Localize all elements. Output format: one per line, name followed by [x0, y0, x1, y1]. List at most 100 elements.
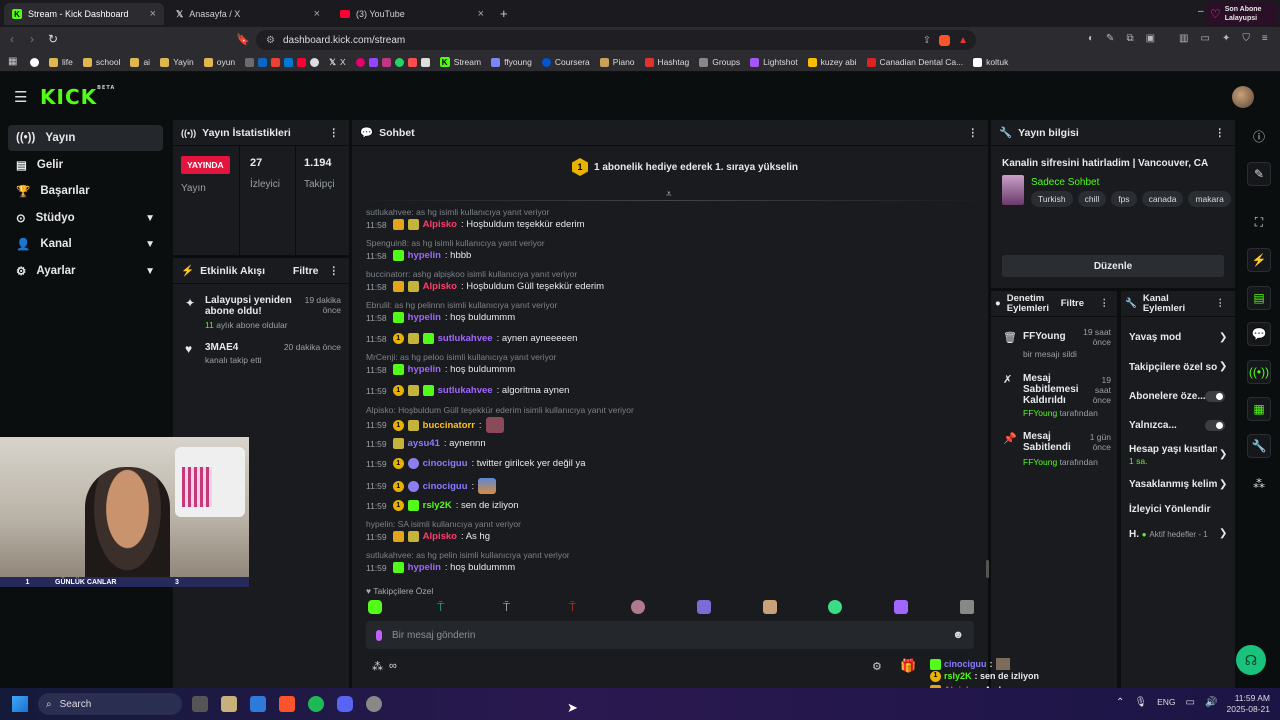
reload-icon[interactable]: ↻: [48, 32, 58, 46]
expand-icon[interactable]: ⛶: [1247, 210, 1271, 234]
bookmark-hashtag[interactable]: Hashtag: [644, 57, 689, 67]
gift-sub-banner[interactable]: 1 1 abonelik hediye ederek 1. sıraya yük…: [572, 158, 798, 176]
tag[interactable]: makara: [1188, 191, 1231, 207]
support-chat-icon[interactable]: ☊: [1236, 645, 1266, 675]
new-tab-button[interactable]: +: [500, 6, 508, 21]
more-options-icon[interactable]: ⋮: [1216, 298, 1226, 309]
more-options-icon[interactable]: ⋮: [329, 127, 340, 139]
extension-icon[interactable]: ▣: [1146, 33, 1155, 44]
chat-scrollbar[interactable]: [986, 560, 989, 578]
tab-youtube[interactable]: (3) YouTube ×: [332, 3, 492, 25]
message-username[interactable]: Alpisko: [423, 219, 457, 230]
chat-message[interactable]: 11:59 Alpisko: As hg: [366, 531, 490, 542]
menu-icon[interactable]: ≡: [1262, 33, 1268, 44]
photos-icon[interactable]: [250, 696, 266, 712]
wallet-icon[interactable]: ▭: [1200, 33, 1209, 44]
app-icon[interactable]: [366, 696, 382, 712]
category-name[interactable]: Sadece Sohbet: [1031, 177, 1099, 188]
emote-icon[interactable]: [959, 600, 974, 614]
message-username[interactable]: hypelin: [408, 562, 441, 573]
site-info-icon[interactable]: ⚙: [266, 35, 275, 46]
message-username[interactable]: sutlukahvee: [438, 385, 493, 396]
taskbar-search[interactable]: ⌕ Search: [38, 693, 182, 715]
kick-logo[interactable]: KICKBETA: [40, 85, 115, 109]
forward-icon[interactable]: ›: [30, 32, 34, 46]
more-options-icon[interactable]: ⋮: [1215, 127, 1226, 139]
spotify-icon[interactable]: [308, 696, 324, 712]
chat-message[interactable]: 11:58 hypelin: hoş buldummm: [366, 364, 515, 375]
channel-action-account-age[interactable]: Hesap yaşı kısıtlan: [1129, 444, 1217, 455]
chat-message[interactable]: 11:59 1 buccinatorr:: [366, 417, 504, 433]
apps-icon[interactable]: ▦: [8, 56, 17, 67]
lightning-icon[interactable]: ⚡: [1247, 248, 1271, 272]
back-icon[interactable]: ‹: [10, 32, 14, 46]
close-tab-icon[interactable]: ×: [150, 8, 156, 20]
brave-shield-icon[interactable]: [939, 34, 951, 46]
microphone-icon[interactable]: [376, 629, 382, 641]
emote-icon[interactable]: [696, 600, 711, 614]
document-icon[interactable]: ▤: [1247, 286, 1271, 310]
chevron-right-icon[interactable]: ❯: [1219, 361, 1227, 372]
brave-icon[interactable]: [279, 696, 295, 712]
extension-icon[interactable]: ◐: [1088, 33, 1094, 44]
bookmark-misc[interactable]: [245, 57, 320, 67]
chevron-right-icon[interactable]: ❯: [1219, 479, 1227, 490]
filter-button[interactable]: Filtre: [293, 265, 319, 277]
message-username[interactable]: hypelin: [408, 364, 441, 375]
message-username[interactable]: cinociguu: [423, 458, 468, 469]
bookmark-life[interactable]: life: [49, 57, 73, 67]
message-username[interactable]: Alpisko: [423, 281, 457, 292]
puzzle-icon[interactable]: ⧉: [1126, 33, 1133, 44]
tab-x[interactable]: 𝕏 Anasayfa / X ×: [168, 3, 328, 25]
chat-message[interactable]: 11:59 hypelin: hoş buldummm: [366, 562, 515, 573]
bookmark-groups[interactable]: Groups: [699, 57, 740, 67]
tag[interactable]: Turkish: [1031, 191, 1073, 207]
extension-icon[interactable]: ✎: [1106, 33, 1114, 44]
bookmark-koltuk[interactable]: koltuk: [973, 57, 1008, 67]
filter-button[interactable]: Filtre: [1061, 298, 1084, 309]
sidebar-item-kanal[interactable]: 👤 Kanal ▼: [8, 231, 163, 257]
more-options-icon[interactable]: ⋮: [329, 265, 340, 277]
network-icon[interactable]: ▭: [1186, 697, 1195, 708]
emote-only-toggle[interactable]: [1205, 420, 1225, 431]
sidebar-item-ayarlar[interactable]: ⚙ Ayarlar ▼: [8, 258, 163, 284]
bookmark-google[interactable]: [30, 57, 39, 67]
gift-icon[interactable]: 🎁: [900, 658, 916, 674]
subscribers-only-toggle[interactable]: [1205, 391, 1225, 402]
channel-action-raid[interactable]: İzleyici Yönlendir: [1129, 504, 1211, 515]
chat-message[interactable]: 11:59 1 rsly2K: sen de izliyon: [366, 500, 519, 511]
message-username[interactable]: hypelin: [408, 250, 441, 261]
tag[interactable]: canada: [1141, 191, 1184, 207]
leo-icon[interactable]: ✦: [1222, 33, 1230, 44]
chevron-right-icon[interactable]: ❯: [1219, 528, 1227, 539]
windows-start-icon[interactable]: [12, 696, 28, 712]
chevron-right-icon[interactable]: ❯: [1219, 449, 1227, 460]
channel-action-slow-mode[interactable]: Yavaş mod: [1129, 332, 1229, 343]
bookmark-stream[interactable]: K Stream: [439, 57, 481, 67]
chevron-right-icon[interactable]: ❯: [1219, 332, 1227, 343]
chat-input[interactable]: Bir mesaj gönderin ☻: [366, 621, 974, 649]
chat-message[interactable]: 11:58 1 sutlukahvee: aynen ayneeeeen: [366, 333, 577, 344]
bookmark-school[interactable]: school: [82, 57, 120, 67]
close-tab-icon[interactable]: ×: [478, 8, 484, 20]
chat-settings-icon[interactable]: ⚙: [872, 660, 882, 673]
bookmark-coursera[interactable]: Coursera: [541, 57, 590, 67]
channel-action-banned-words[interactable]: Yasaklanmış kelim: [1129, 479, 1217, 490]
mod-action-user[interactable]: FFYoung: [1023, 408, 1057, 418]
minimize-icon[interactable]: –: [1198, 6, 1204, 17]
app-icon[interactable]: [221, 696, 237, 712]
task-view-icon[interactable]: [192, 696, 208, 712]
chat-message[interactable]: 11:59 1 sutlukahvee: algoritma aynen: [366, 385, 569, 396]
apps-icon[interactable]: ⁂: [1247, 472, 1271, 496]
sidebar-item-studyo[interactable]: ⊙ Stüdyo ▼: [8, 205, 163, 231]
more-options-icon[interactable]: ⋮: [968, 127, 979, 139]
share-icon[interactable]: ⇪: [923, 35, 931, 46]
clock[interactable]: 11:59 AM 2025-08-21: [1222, 693, 1270, 715]
message-username[interactable]: Alpisko: [423, 531, 457, 542]
sidebar-toggle-icon[interactable]: ▥: [1179, 33, 1188, 44]
close-tab-icon[interactable]: ×: [314, 8, 320, 20]
sidebar-item-yayin[interactable]: ((•)) Yayın: [8, 125, 163, 151]
emote-icon[interactable]: ⍑: [434, 600, 448, 614]
bookmark-x[interactable]: 𝕏X: [329, 57, 346, 68]
tag[interactable]: fps: [1111, 191, 1137, 207]
